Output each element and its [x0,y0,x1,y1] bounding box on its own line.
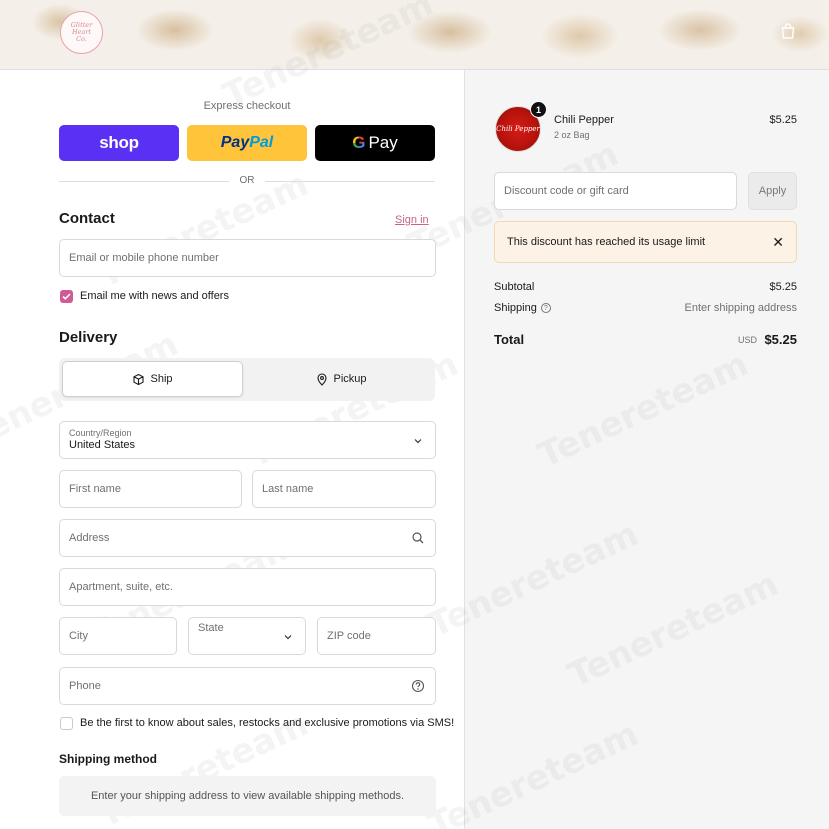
google-pay-button[interactable]: G Pay [315,125,435,161]
delivery-title: Delivery [59,329,118,346]
divider-line [265,181,435,182]
total-row: Total $5.25 USD [494,332,797,350]
email-field[interactable]: Email or mobile phone number [59,239,436,277]
last-name-field[interactable]: Last name [252,470,436,508]
total-label: Total [494,332,525,347]
shipping-method-message: Enter your shipping address to view avai… [59,776,436,816]
chevron-down-icon [414,439,422,444]
discount-code-field[interactable]: Discount code or gift card [494,172,737,210]
zip-placeholder: ZIP code [327,630,371,642]
box-icon [133,373,145,385]
product-variant: 2 oz Bag [554,130,590,140]
shipping-method-text: Enter your shipping address to view avai… [90,790,405,802]
shipping-method-title: Shipping method [59,752,157,766]
country-label: Country/Region [69,428,132,438]
newsletter-checkbox[interactable] [60,290,73,303]
email-placeholder: Email or mobile phone number [69,252,219,264]
first-name-placeholder: First name [69,483,121,495]
ship-option[interactable]: Ship [62,361,243,397]
or-divider: OR [59,175,435,187]
subtotal-value: $5.25 [769,281,797,293]
logo-text: Glitter Heart Co. [70,21,93,43]
store-logo[interactable]: Glitter Heart Co. [60,11,103,54]
close-icon[interactable]: ✕ [772,234,784,251]
paypal-button[interactable]: Pay Pal [187,125,307,161]
shop-pay-label: shop [99,133,139,152]
subtotal-label: Subtotal [494,281,535,293]
total-value: $5.25 [764,332,797,347]
city-field[interactable]: City [59,617,177,655]
quantity-badge: 1 [530,101,547,118]
phone-placeholder: Phone [69,680,101,692]
state-placeholder: State [198,622,224,634]
chevron-down-icon [284,635,292,640]
country-value: United States [69,439,136,451]
discount-placeholder: Discount code or gift card [504,185,629,197]
shipping-value: Enter shipping address [684,302,797,314]
ship-label: Ship [150,373,173,385]
shipping-label: Shipping [494,302,537,314]
google-pay-label: Pay [368,133,398,152]
address-placeholder: Address [69,532,110,544]
product-price: $5.25 [769,114,797,126]
google-g-icon: G [352,133,366,152]
country-select[interactable]: Country/Region United States [59,421,436,459]
sign-in-link[interactable]: Sign in [395,214,429,226]
currency-label: USD [737,335,757,345]
sms-checkbox[interactable] [60,717,73,730]
apartment-field[interactable]: Apartment, suite, etc. [59,568,436,606]
zip-field[interactable]: ZIP code [317,617,436,655]
product-name: Chili Pepper [554,114,614,126]
product-image-text: Chili Pepper [496,125,540,133]
header-banner: Glitter Heart Co. [0,0,829,70]
city-placeholder: City [69,630,88,642]
location-pin-icon [317,372,328,386]
paypal-label-part2: Pal [249,134,274,151]
express-checkout-label: Express checkout [203,100,291,112]
newsletter-label: Email me with news and offers [80,290,229,302]
phone-field[interactable]: Phone [59,667,436,705]
apartment-placeholder: Apartment, suite, etc. [69,581,173,593]
last-name-placeholder: Last name [262,483,314,495]
help-icon[interactable]: ? [540,303,551,314]
paypal-label-part1: Pay [220,134,250,151]
help-circle-icon[interactable] [411,679,425,693]
discount-error-notice: This discount has reached its usage limi… [494,221,797,263]
state-select[interactable]: State [188,617,306,655]
shop-pay-button[interactable]: shop [59,125,179,161]
pickup-option[interactable]: Pickup [251,361,432,397]
cart-bag-icon[interactable] [779,22,797,40]
apply-discount-button[interactable]: Apply [748,172,797,210]
first-name-field[interactable]: First name [59,470,242,508]
notice-text: This discount has reached its usage limi… [507,236,706,248]
pickup-label: Pickup [333,373,367,385]
checkmark-icon [62,293,71,300]
sms-label: Be the first to know about sales, restoc… [80,717,455,729]
address-field[interactable]: Address [59,519,436,557]
contact-title: Contact [59,210,115,227]
search-icon [412,532,424,544]
delivery-method-toggle: Ship Pickup [59,358,435,401]
